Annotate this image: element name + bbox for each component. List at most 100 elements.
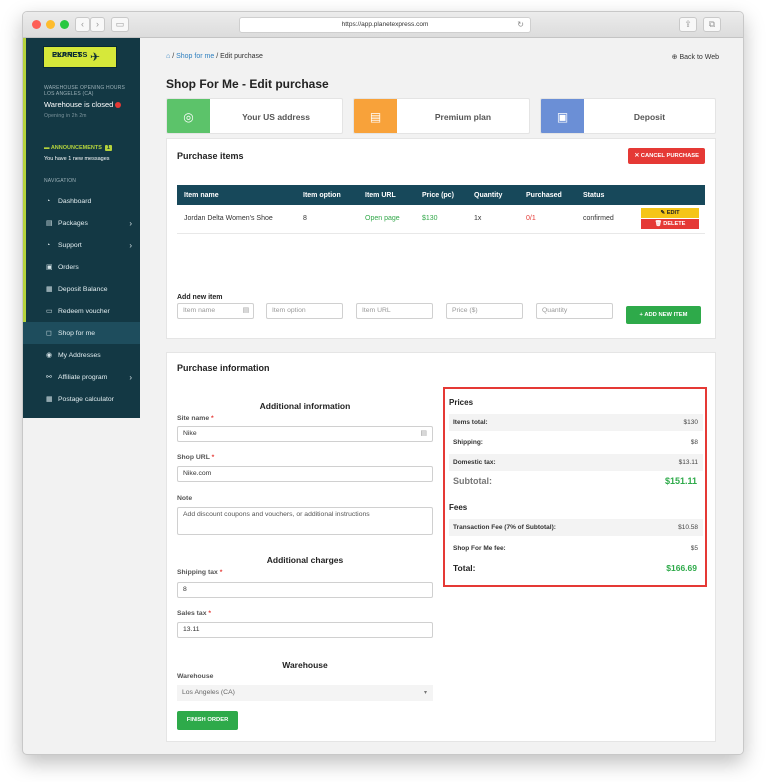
sidebar-item-deposit-balance[interactable]: ▦ Deposit Balance (23, 278, 140, 300)
card-deposit[interactable]: ▣ Deposit (540, 98, 716, 134)
new-item-url-input[interactable]: Item URL (356, 303, 433, 319)
page-title: Shop For Me - Edit purchase (166, 77, 329, 91)
warehouse-select[interactable]: Los Angeles (CA) ▾ (177, 685, 433, 701)
purchase-items-panel: Purchase items ✕ CANCEL PURCHASE Item na… (166, 138, 716, 339)
sidebar-item-label: Dashboard (58, 197, 92, 205)
breadcrumb-shop-for-me[interactable]: Shop for me (176, 53, 214, 60)
items-total-value: $130 (683, 419, 698, 426)
close-window-button[interactable] (32, 20, 41, 29)
sales-tax-label-text: Sales tax (177, 610, 207, 617)
sidebar-toggle-icon[interactable]: ▭ (111, 17, 129, 32)
url-text: https://app.planetexpress.com (341, 21, 429, 28)
shipping-tax-label-text: Shipping tax (177, 569, 218, 576)
add-new-item-label: Add new item (177, 294, 223, 301)
new-item-name-input[interactable]: Item name ▤ (177, 303, 254, 319)
new-item-option-input[interactable]: Item option (266, 303, 343, 319)
chevron-right-icon: › (129, 218, 132, 228)
breadcrumb: ⌂ / Shop for me / Edit purchase (166, 53, 263, 60)
edit-item-button[interactable]: ✎ EDIT (641, 208, 699, 219)
column-header: Item name (177, 185, 296, 205)
site-name-input[interactable]: Nike ▤ (177, 426, 433, 442)
chevron-down-icon: ▾ (423, 690, 427, 696)
sidebar-item-label: Redeem voucher (58, 307, 110, 315)
shop-fee-label: Shop For Me fee: (453, 545, 506, 552)
sidebar-item-my-addresses[interactable]: ◉ My Addresses (23, 344, 140, 366)
voucher-icon: ▭ (46, 308, 53, 315)
browser-window: ‹ › ▭ https://app.planetexpress.com ↻ ⇪ … (22, 11, 744, 755)
sidebar-item-orders[interactable]: ▣ Orders (23, 256, 140, 278)
shop-url-label-text: Shop URL (177, 454, 210, 461)
messages-text[interactable]: You have 1 new messages (44, 156, 110, 162)
announcements[interactable]: ▬ ANNOUNCEMENTS 1 (44, 145, 112, 151)
back-to-web-link[interactable]: ⊕ Back to Web (672, 53, 719, 61)
domestic-tax-value: $13.11 (678, 459, 698, 466)
transaction-fee-label: Transaction Fee (7% of Subtotal): (453, 524, 556, 531)
reload-icon[interactable]: ↻ (517, 18, 524, 32)
sales-tax-input[interactable]: 13.11 (177, 622, 433, 638)
sidebar-item-shop-for-me[interactable]: ◻ Shop for me (23, 322, 140, 344)
cancel-purchase-label: CANCEL PURCHASE (640, 153, 699, 159)
package-icon: ▤ (46, 220, 53, 227)
items-total-label: Items total: (453, 419, 488, 426)
card-us-address[interactable]: ◎ Your US address (166, 98, 343, 134)
new-item-quantity-input[interactable]: Quantity (536, 303, 613, 319)
sidebar-item-packages[interactable]: ▤ Packages › (23, 212, 140, 234)
announcements-count-badge: 1 (104, 145, 112, 151)
finish-order-button[interactable]: FINISH ORDER (177, 711, 238, 730)
open-page-link[interactable]: Open page (365, 215, 400, 222)
transaction-fee-row: Transaction Fee (7% of Subtotal): $10.58 (449, 519, 703, 536)
back-nav-icon[interactable]: ‹ (75, 17, 90, 32)
sidebar-nav: ◔ Dashboard ▤ Packages › ◔ Support › ▣ Orders … (23, 190, 140, 410)
deposit-icon: ▦ (46, 286, 53, 293)
item-option-cell: 8 (296, 205, 358, 234)
sales-tax-label: Sales tax * (177, 610, 211, 617)
prices-heading: Prices (449, 398, 474, 407)
autofill-icon: ▤ (420, 430, 427, 437)
new-item-price-input[interactable]: Price ($) (446, 303, 523, 319)
sidebar-item-label: Deposit Balance (58, 285, 108, 293)
minimize-window-button[interactable] (46, 20, 55, 29)
forward-nav-icon[interactable]: › (90, 17, 105, 32)
sidebar-item-label: Orders (58, 263, 79, 271)
additional-charges-heading: Additional charges (266, 555, 344, 565)
note-textarea[interactable]: Add discount coupons and vouchers, or ad… (177, 507, 433, 535)
maximize-window-button[interactable] (60, 20, 69, 29)
cancel-purchase-button[interactable]: ✕ CANCEL PURCHASE (628, 148, 705, 164)
card-premium-plan[interactable]: ▤ Premium plan (353, 98, 530, 134)
shop-url-input[interactable]: Nike.com (177, 466, 433, 482)
add-new-item-button[interactable]: + ADD NEW ITEM (626, 306, 701, 324)
sidebar-item-redeem-voucher[interactable]: ▭ Redeem voucher (23, 300, 140, 322)
purchase-information-panel: Purchase information Additional informat… (166, 352, 716, 742)
sidebar-item-label: Postage calculator (58, 395, 114, 403)
share-icon[interactable]: ⇪ (679, 17, 697, 32)
quantity-cell: 1x (467, 205, 519, 234)
opening-countdown: Opening in 2h 2m (44, 113, 87, 119)
sidebar-item-affiliate-program[interactable]: ⚯ Affiliate program › (23, 366, 140, 388)
table-header-row: Item name Item option Item URL Price (pc… (177, 185, 705, 205)
shop-url-label: Shop URL * (177, 454, 214, 461)
sidebar-item-support[interactable]: ◔ Support › (23, 234, 140, 256)
purchase-information-title: Purchase information (177, 363, 270, 373)
price-cell: $130 (415, 205, 467, 234)
back-to-web-label: Back to Web (679, 54, 719, 61)
trash-icon: 🗑 (654, 221, 664, 228)
shipping-tax-input[interactable]: 8 (177, 582, 433, 598)
address-bar[interactable]: https://app.planetexpress.com ↻ (239, 17, 531, 33)
support-icon: ◔ (46, 241, 51, 249)
sidebar-item-dashboard[interactable]: ◔ Dashboard (23, 190, 140, 212)
note-label: Note (177, 495, 193, 502)
planet-express-logo[interactable]: PLANET EXPRESS ✈ (43, 46, 117, 68)
home-icon[interactable]: ⌂ (166, 53, 170, 60)
tabs-icon[interactable]: ⧉ (703, 17, 721, 32)
column-header: Item URL (358, 185, 415, 205)
site-name-label-text: Site name (177, 415, 210, 422)
navigation-label: NAVIGATION (44, 178, 77, 184)
delete-item-button[interactable]: 🗑 DELETE (641, 219, 699, 230)
warehouse-selected-value: Los Angeles (CA) (182, 689, 235, 696)
sidebar-item-label: Packages (58, 219, 88, 227)
announcements-label: ANNOUNCEMENTS (50, 145, 102, 151)
required-mark: * (219, 569, 223, 576)
subtotal-value: $151.11 (664, 476, 697, 486)
sidebar-item-postage-calculator[interactable]: ▦ Postage calculator (23, 388, 140, 410)
card-us-address-label: Your US address (242, 112, 310, 122)
